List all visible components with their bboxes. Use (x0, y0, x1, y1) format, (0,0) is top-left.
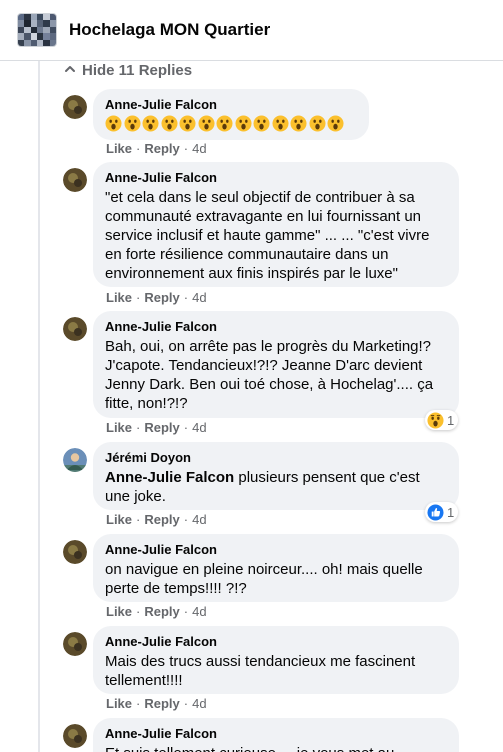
astonished-emoji-icon (234, 115, 252, 132)
separator: · (183, 512, 189, 527)
astonished-emoji-icon (253, 115, 270, 132)
comment-bubble: Anne-Julie Falcon on navigue en pleine n… (93, 534, 459, 602)
reply-button[interactable]: Reply (144, 290, 179, 305)
comment-bubble: Anne-Julie Falcon "et cela dans le seul … (93, 162, 459, 287)
like-button[interactable]: Like (106, 696, 132, 711)
astonished-emoji-icon (197, 115, 215, 132)
chevron-up-icon (64, 62, 76, 79)
astonished-emoji-icon (105, 115, 122, 132)
comment-bubble: Jérémi Doyon Anne-Julie Falcon plusieurs… (93, 442, 459, 510)
comment-text: on navigue en pleine noirceur.... oh! ma… (105, 561, 423, 597)
reply-button[interactable]: Reply (144, 604, 179, 619)
comment-bubble: Anne-Julie Falcon Et suis tellement curi… (93, 718, 459, 752)
comment-actions: Like · Reply · 4d (106, 604, 207, 619)
comment-text: Anne-Julie Falcon plusieurs pensent que … (105, 468, 447, 506)
comment-time[interactable]: 4d (192, 512, 206, 527)
comment-bubble: Anne-Julie Falcon Bah, oui, on arrête pa… (93, 311, 459, 418)
like-button[interactable]: Like (106, 420, 132, 435)
astonished-emoji-icon (179, 115, 196, 132)
comment-text: "et cela dans le seul objectif de contri… (105, 189, 430, 282)
astonished-emoji-icon (142, 115, 159, 132)
separator: · (183, 604, 189, 619)
separator: · (136, 696, 141, 711)
separator: · (183, 290, 189, 305)
separator: · (183, 696, 189, 711)
like-button[interactable]: Like (106, 141, 132, 156)
thread-line (38, 61, 40, 752)
astonished-emoji-icon (216, 115, 233, 132)
comment-text: Bah, oui, on arrête pas le progrès du Ma… (105, 338, 434, 412)
astonished-emoji-icon (290, 115, 307, 132)
avatar[interactable] (63, 724, 87, 748)
avatar[interactable] (63, 540, 87, 564)
separator: · (136, 290, 141, 305)
like-reaction-icon (427, 503, 444, 521)
comment-text: Et suis tellement curieuse.... je vous m… (105, 744, 447, 752)
wow-reaction-icon (427, 411, 444, 429)
avatar[interactable] (63, 632, 87, 656)
hide-replies-label: Hide 11 Replies (82, 61, 193, 79)
comment-actions: Like · Reply · 4d (106, 420, 207, 435)
reaction-summary[interactable]: 1 (425, 410, 459, 430)
astonished-emoji-icon (327, 115, 344, 132)
avatar[interactable] (63, 448, 87, 472)
mention-link[interactable]: Anne-Julie Falcon (105, 469, 234, 486)
like-button[interactable]: Like (106, 604, 132, 619)
comment-actions: Like · Reply · 4d (106, 141, 207, 156)
reply-button[interactable]: Reply (144, 141, 179, 156)
comment-author[interactable]: Anne-Julie Falcon (105, 319, 447, 335)
separator: · (136, 141, 141, 156)
avatar[interactable] (63, 168, 87, 192)
emoji-row (105, 115, 357, 132)
group-avatar[interactable] (17, 13, 57, 47)
reply-button[interactable]: Reply (144, 420, 179, 435)
group-header: Hochelaga MON Quartier (0, 0, 503, 61)
like-button[interactable]: Like (106, 290, 132, 305)
comment-author[interactable]: Jérémi Doyon (105, 450, 447, 466)
comment-time[interactable]: 4d (192, 420, 206, 435)
comment-author[interactable]: Anne-Julie Falcon (105, 542, 447, 558)
comment-time[interactable]: 4d (192, 290, 206, 305)
astonished-emoji-icon (123, 115, 141, 132)
comment-author[interactable]: Anne-Julie Falcon (105, 634, 447, 650)
comment-bubble: Anne-Julie Falcon (93, 89, 369, 140)
comment-text: Mais des trucs aussi tendancieux me fasc… (105, 653, 416, 689)
comment-time[interactable]: 4d (192, 604, 206, 619)
separator: · (136, 512, 141, 527)
separator: · (183, 141, 189, 156)
reaction-summary[interactable]: 1 (425, 502, 459, 522)
astonished-emoji-icon (160, 115, 178, 132)
comment-actions: Like · Reply · 4d (106, 290, 207, 305)
comment-author[interactable]: Anne-Julie Falcon (105, 97, 357, 113)
comment-bubble: Anne-Julie Falcon Mais des trucs aussi t… (93, 626, 459, 694)
astonished-emoji-icon (271, 115, 289, 132)
comment-actions: Like · Reply · 4d (106, 696, 207, 711)
avatar[interactable] (63, 95, 87, 119)
comment-author[interactable]: Anne-Julie Falcon (105, 726, 447, 742)
separator: · (136, 420, 141, 435)
group-name[interactable]: Hochelaga MON Quartier (69, 20, 270, 40)
reply-button[interactable]: Reply (144, 696, 179, 711)
comment-time[interactable]: 4d (192, 141, 206, 156)
avatar[interactable] (63, 317, 87, 341)
comment-time[interactable]: 4d (192, 696, 206, 711)
like-button[interactable]: Like (106, 512, 132, 527)
separator: · (136, 604, 141, 619)
comment-author[interactable]: Anne-Julie Falcon (105, 170, 447, 186)
reply-button[interactable]: Reply (144, 512, 179, 527)
reaction-count: 1 (447, 412, 455, 428)
comment-actions: Like · Reply · 4d (106, 512, 207, 527)
hide-replies-button[interactable]: Hide 11 Replies (64, 60, 192, 80)
separator: · (183, 420, 189, 435)
astonished-emoji-icon (308, 115, 326, 132)
reaction-count: 1 (447, 504, 455, 520)
